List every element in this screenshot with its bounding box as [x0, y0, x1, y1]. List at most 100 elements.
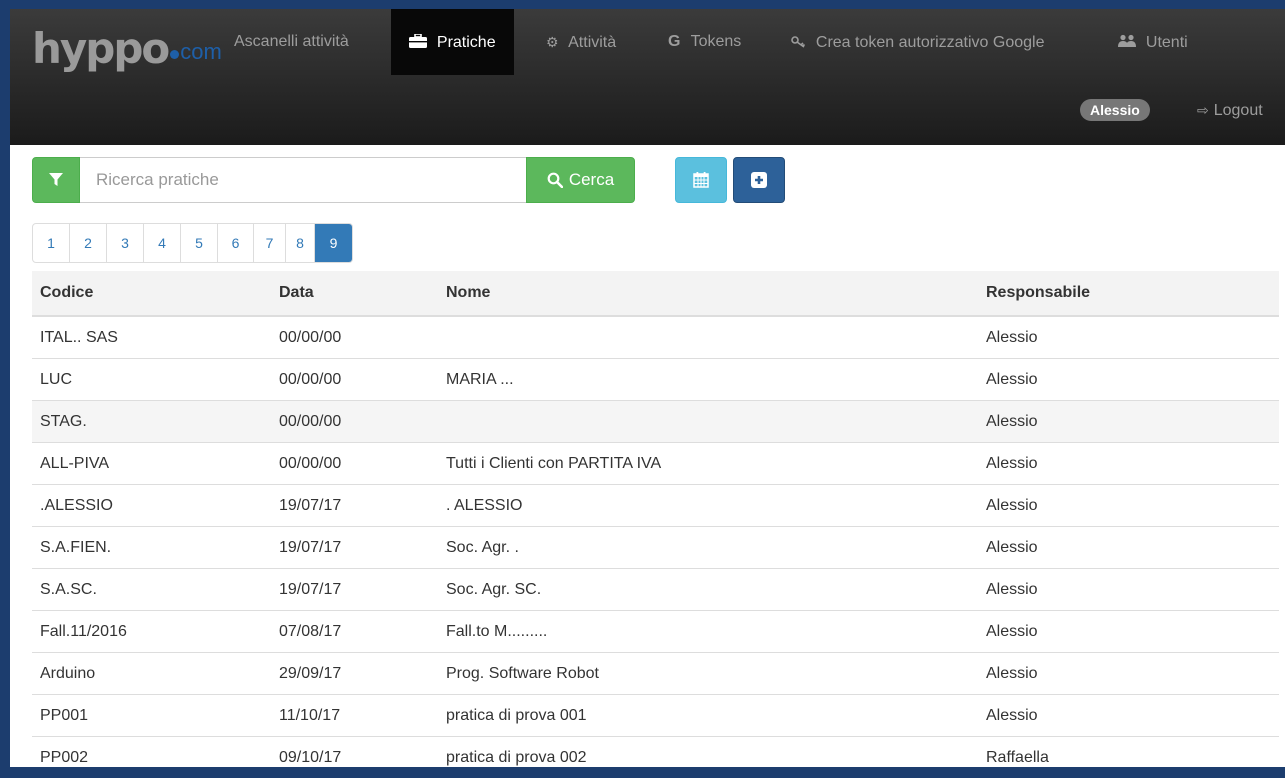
cell-responsabile: Alessio [978, 401, 1279, 443]
pratiche-table: Codice Data Nome Responsabile ITAL.. SAS… [32, 271, 1279, 778]
user-badge[interactable]: Alessio [1080, 99, 1150, 121]
page-4[interactable]: 4 [143, 224, 180, 262]
cell-codice: STAG. [32, 401, 271, 443]
cell-nome [438, 316, 978, 359]
cell-nome: Tutti i Clienti con PARTITA IVA [438, 443, 978, 485]
header-data[interactable]: Data [271, 271, 438, 316]
nav-item-crea-token[interactable]: Crea token autorizzativo Google [791, 9, 1044, 75]
filter-button[interactable] [32, 157, 80, 203]
users-icon [1118, 34, 1140, 50]
cell-responsabile: Alessio [978, 527, 1279, 569]
brand-name: hyppo [32, 25, 168, 73]
table-header-row: Codice Data Nome Responsabile [32, 271, 1279, 316]
google-icon: G [668, 33, 680, 50]
cell-codice: ITAL.. SAS [32, 316, 271, 359]
nav-item-label: Tokens [691, 33, 742, 50]
table-row[interactable]: S.A.SC. 19/07/17 Soc. Agr. SC. Alessio [32, 569, 1279, 611]
search-input[interactable] [80, 157, 526, 203]
page-6[interactable]: 6 [217, 224, 253, 262]
page-5[interactable]: 5 [180, 224, 217, 262]
cell-data: 00/00/00 [271, 359, 438, 401]
cell-codice: ALL-PIVA [32, 443, 271, 485]
nav-item-label: Utenti [1146, 34, 1188, 51]
header-responsabile[interactable]: Responsabile [978, 271, 1279, 316]
window-frame [0, 0, 10, 767]
cell-codice: Fall.11/2016 [32, 611, 271, 653]
cell-responsabile: Alessio [978, 359, 1279, 401]
cell-data: 07/08/17 [271, 611, 438, 653]
table-row[interactable]: PP002 09/10/17 pratica di prova 002 Raff… [32, 737, 1279, 778]
header-codice[interactable]: Codice [32, 271, 271, 316]
cell-data: 19/07/17 [271, 527, 438, 569]
page-9[interactable]: 9 [314, 224, 352, 262]
cell-data: 11/10/17 [271, 695, 438, 737]
cell-responsabile: Raffaella [978, 737, 1279, 778]
cell-data: 19/07/17 [271, 485, 438, 527]
nav-item-utenti[interactable]: Utenti [1118, 9, 1188, 75]
cell-data: 00/00/00 [271, 443, 438, 485]
search-button[interactable]: Cerca [526, 157, 635, 203]
cogs-icon: ⚙ [546, 34, 559, 50]
cell-nome: pratica di prova 002 [438, 737, 978, 778]
search-icon [547, 172, 563, 188]
nav-item-label: Crea token autorizzativo Google [816, 34, 1045, 51]
cell-codice: PP001 [32, 695, 271, 737]
add-pratica-button[interactable] [733, 157, 785, 203]
logout-label: Logout [1214, 102, 1263, 119]
page-3[interactable]: 3 [106, 224, 143, 262]
table-row[interactable]: .ALESSIO 19/07/17 . ALESSIO Alessio [32, 485, 1279, 527]
cell-codice: PP002 [32, 737, 271, 778]
cell-codice: .ALESSIO [32, 485, 271, 527]
page-2[interactable]: 2 [69, 224, 106, 262]
logout-icon: ⇨ [1197, 102, 1209, 118]
calendar-icon [693, 172, 709, 188]
header-nome[interactable]: Nome [438, 271, 978, 316]
cell-nome: Soc. Agr. SC. [438, 569, 978, 611]
nav-item-pratiche[interactable]: Pratiche [391, 9, 514, 75]
cell-responsabile: Alessio [978, 316, 1279, 359]
plus-square-icon [751, 172, 767, 188]
cell-responsabile: Alessio [978, 443, 1279, 485]
brand-logo[interactable]: hyppo com [32, 17, 222, 73]
nav-item-label: Pratiche [437, 34, 496, 51]
cell-codice: S.A.FIEN. [32, 527, 271, 569]
calendar-button[interactable] [675, 157, 727, 203]
brand-tld: com [180, 37, 222, 67]
logout-link[interactable]: ⇨ Logout [1197, 97, 1263, 124]
nav-item-label: Attività [568, 34, 616, 51]
page-7[interactable]: 7 [253, 224, 285, 262]
search-bar: Cerca [32, 157, 635, 203]
table-row[interactable]: S.A.FIEN. 19/07/17 Soc. Agr. . Alessio [32, 527, 1279, 569]
nav-item-label: Ascanelli attività [234, 33, 349, 50]
cell-codice: Arduino [32, 653, 271, 695]
cell-nome: . ALESSIO [438, 485, 978, 527]
cell-responsabile: Alessio [978, 695, 1279, 737]
nav-item-tokens[interactable]: G Tokens [668, 9, 741, 75]
table-row[interactable]: ALL-PIVA 00/00/00 Tutti i Clienti con PA… [32, 443, 1279, 485]
cell-nome: MARIA ... [438, 359, 978, 401]
brand-dot [170, 50, 179, 59]
cell-data: 19/07/17 [271, 569, 438, 611]
page-1[interactable]: 1 [33, 224, 69, 262]
cell-responsabile: Alessio [978, 485, 1279, 527]
key-icon [791, 34, 810, 50]
table-row[interactable]: Fall.11/2016 07/08/17 Fall.to M.........… [32, 611, 1279, 653]
nav-item-ascanelli-attivita[interactable]: Ascanelli attività [234, 9, 349, 75]
page-8[interactable]: 8 [285, 224, 314, 262]
cell-data: 09/10/17 [271, 737, 438, 778]
cell-responsabile: Alessio [978, 653, 1279, 695]
cell-nome: Fall.to M......... [438, 611, 978, 653]
table-row[interactable]: Arduino 29/09/17 Prog. Software Robot Al… [32, 653, 1279, 695]
search-button-label: Cerca [569, 170, 614, 190]
filter-icon [49, 173, 63, 187]
nav-item-attivita[interactable]: ⚙ Attività [546, 9, 616, 75]
cell-nome: pratica di prova 001 [438, 695, 978, 737]
app-window: hyppo com Ascanelli attività Pratiche ⚙ … [10, 9, 1285, 767]
table-row[interactable]: PP001 11/10/17 pratica di prova 001 Ales… [32, 695, 1279, 737]
cell-responsabile: Alessio [978, 611, 1279, 653]
table-row[interactable]: STAG. 00/00/00 Alessio [32, 401, 1279, 443]
table-row[interactable]: ITAL.. SAS 00/00/00 Alessio [32, 316, 1279, 359]
table-row[interactable]: LUC 00/00/00 MARIA ... Alessio [32, 359, 1279, 401]
cell-nome [438, 401, 978, 443]
pagination: 1 2 3 4 5 6 7 8 9 [32, 223, 353, 263]
